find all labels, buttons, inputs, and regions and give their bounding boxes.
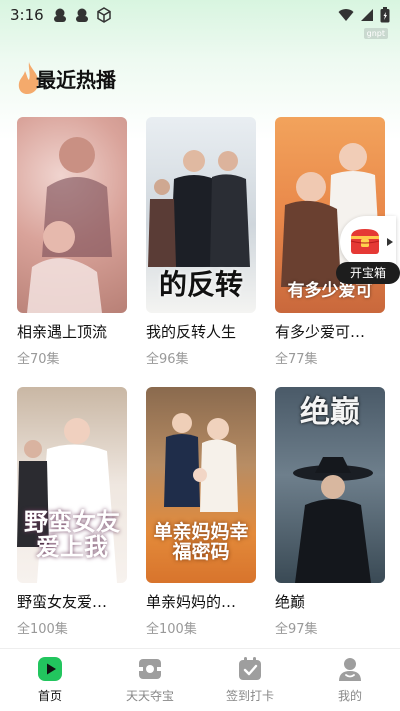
drama-card[interactable]: 的反转 我的反转人生 全96集	[146, 117, 256, 367]
section-header: 最近热播	[16, 58, 116, 98]
drama-poster[interactable]: 绝巅	[275, 387, 385, 583]
nav-item-daily-treasure[interactable]: 天天夺宝	[100, 649, 200, 711]
drama-poster[interactable]: 单亲妈妈幸福密码	[146, 387, 256, 583]
signal-icon	[361, 9, 373, 21]
poster-title-art: 野蛮女友爱上我	[24, 506, 120, 561]
notification-avatar-icon	[75, 8, 88, 22]
episode-count: 全77集	[275, 352, 318, 367]
episode-count: 全97集	[275, 622, 318, 637]
nav-label: 首页	[37, 689, 62, 703]
bottom-nav: 首页 天天夺宝 签到打卡 我的	[0, 648, 400, 711]
nav-label: 签到打卡	[225, 689, 274, 703]
wifi-icon	[338, 9, 354, 21]
drama-name: 绝巅	[275, 593, 306, 611]
drama-poster[interactable]: 的反转	[146, 117, 256, 313]
play-icon	[38, 657, 62, 681]
system-icons	[338, 7, 390, 23]
drama-name: 野蛮女友爱…	[17, 593, 108, 611]
cube-icon	[96, 7, 111, 23]
nav-label: 我的	[337, 689, 362, 703]
status-time: 3:16	[10, 6, 44, 24]
episode-count: 全100集	[17, 622, 68, 637]
nav-label: 天天夺宝	[125, 689, 174, 703]
drama-card[interactable]: 绝巅 绝巅 全97集	[275, 387, 385, 637]
user-icon	[339, 658, 361, 681]
drama-name: 相亲遇上顶流	[17, 323, 108, 341]
drama-poster[interactable]: 野蛮女友爱上我	[17, 387, 127, 583]
treasure-bubble[interactable]	[340, 216, 396, 268]
drama-poster[interactable]	[17, 117, 127, 313]
chevron-right-icon	[387, 238, 393, 246]
poster-title-art: 单亲妈妈幸福密码	[153, 521, 249, 564]
episode-count: 全96集	[146, 352, 189, 367]
debug-tag: gnpt	[363, 28, 388, 39]
drama-card[interactable]: 相亲遇上顶流 全70集	[17, 117, 127, 367]
notification-icons	[52, 7, 112, 23]
section-title: 最近热播	[36, 67, 116, 92]
drama-name: 有多少爱可…	[275, 323, 366, 341]
poster-title-art: 绝巅	[300, 395, 360, 430]
ticket-icon	[139, 659, 161, 679]
poster-title-art: 的反转	[158, 267, 243, 301]
episode-count: 全100集	[146, 622, 197, 637]
episode-count: 全70集	[17, 352, 60, 367]
drama-name: 我的反转人生	[146, 323, 237, 341]
nav-item-home[interactable]: 首页	[0, 649, 100, 711]
calendar-check-icon	[239, 657, 261, 680]
treasure-chest-icon	[350, 229, 380, 254]
status-bar: 3:16	[0, 0, 400, 30]
drama-card[interactable]: 野蛮女友爱上我 野蛮女友爱… 全100集	[17, 387, 127, 637]
notification-avatar-icon	[53, 8, 66, 22]
nav-item-profile[interactable]: 我的	[300, 649, 400, 711]
nav-item-check-in[interactable]: 签到打卡	[200, 649, 300, 711]
treasure-label: 开宝箱	[336, 262, 400, 284]
drama-name: 单亲妈妈的…	[146, 593, 237, 611]
battery-icon	[380, 7, 390, 23]
treasure-chest-button[interactable]: 开宝箱	[336, 216, 400, 286]
drama-card[interactable]: 单亲妈妈幸福密码 单亲妈妈的… 全100集	[146, 387, 256, 637]
